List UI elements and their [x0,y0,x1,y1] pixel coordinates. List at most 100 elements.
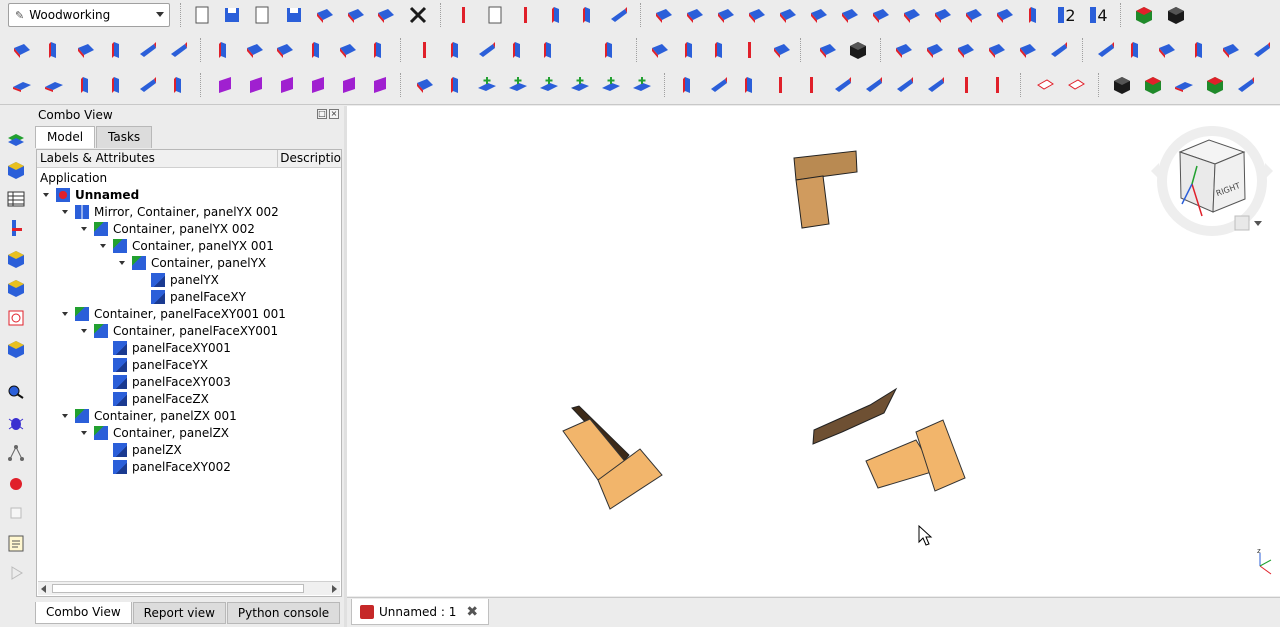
tb3-purple-button-7[interactable] [244,73,268,97]
tree-item[interactable]: Container, panelYX 002 [79,220,255,237]
tb1-vert-button-26[interactable] [1022,3,1046,27]
tb-label_2-button[interactable]: 2 [1055,3,1079,27]
expand-arrow-icon[interactable] [79,326,89,336]
tb1-doc-button-2[interactable] [250,3,274,27]
tb3-arrow-button-26[interactable] [862,73,886,97]
tb3-vert-button-22[interactable] [738,73,762,97]
tb3-purple-button-6[interactable] [213,73,237,97]
tb3-plus-button-16[interactable] [537,73,561,97]
tb2-panel-button-8[interactable] [273,38,297,62]
tb3-arrow-button-21[interactable] [707,73,731,97]
tree-item[interactable]: panelZX [98,441,182,458]
horizontal-scrollbar[interactable] [38,581,340,595]
tb3-redbar-button-23[interactable] [769,73,793,97]
tb2-vert-button-32[interactable] [1124,38,1148,62]
wood-part-right[interactable] [812,387,966,492]
tb1-panel-button-4[interactable] [313,3,337,27]
tb2-panel-button-0[interactable] [10,38,34,62]
tb3-flat-button-35[interactable] [1172,73,1196,97]
tb2-panel-button-35[interactable] [1219,38,1243,62]
tb3-purple-button-11[interactable] [368,73,392,97]
tb1-doc-button-9[interactable] [483,3,507,27]
tb3-flat-button-0[interactable] [10,73,34,97]
tb2-arrow-button-14[interactable] [475,38,499,62]
tree-item[interactable]: Container, panelFaceXY001 [79,322,278,339]
close-icon[interactable]: ✖ [466,604,478,620]
tb3-arrow-button-28[interactable] [924,73,948,97]
tb3-cube-button-33[interactable] [1110,73,1134,97]
tb1-panel-button-5[interactable] [344,3,368,27]
tb-label_4-button[interactable]: 4 [1087,3,1111,27]
tb2-arrow-button-5[interactable] [167,38,191,62]
tb3-plus-button-17[interactable] [568,73,592,97]
column-labels-attributes[interactable]: Labels & Attributes [37,150,279,167]
expand-arrow-icon[interactable] [60,309,70,319]
tb3-purple-button-9[interactable] [306,73,330,97]
expand-arrow-icon[interactable] [41,190,51,200]
tb3-vert-button-20[interactable] [676,73,700,97]
left-tool-box-button[interactable] [4,247,28,271]
tb2-vert-button-9[interactable] [305,38,329,62]
expand-arrow-icon[interactable] [98,241,108,251]
tb2-arrow-button-36[interactable] [1250,38,1274,62]
left-tool-notepad-button[interactable] [4,531,28,555]
tb2-vert-button-6[interactable] [212,38,236,62]
float-panel-button[interactable]: □ [317,109,327,119]
tb3-vert-button-2[interactable] [74,73,98,97]
tb1-panel-button-21[interactable] [869,3,893,27]
left-tool-panel-button[interactable] [4,158,28,182]
left-tool-chair-button[interactable] [4,216,28,240]
tree-item[interactable]: Container, panelYX 001 [98,237,274,254]
tb2-vert-button-13[interactable] [444,38,468,62]
left-tool-layers-button[interactable] [4,128,28,152]
tb2-vert-button-3[interactable] [105,38,129,62]
expand-arrow-icon[interactable] [79,428,89,438]
tb2-vert-button-19[interactable] [678,38,702,62]
tb1-cube-button-28[interactable] [1164,3,1188,27]
tb2-panel-button-18[interactable] [648,38,672,62]
tab-python-console[interactable]: Python console [226,602,341,624]
tree-item[interactable]: panelFaceXY003 [98,373,231,390]
tab-model[interactable]: Model [35,126,96,148]
tb3-plus-button-14[interactable] [475,73,499,97]
tb1-arrow-button-13[interactable] [607,3,631,27]
tb3-plus-button-15[interactable] [506,73,530,97]
expand-arrow-icon[interactable] [79,224,89,234]
tb2-arrow-button-31[interactable] [1094,38,1118,62]
tb2-vert-button-17[interactable] [598,38,622,62]
tb3-vert-button-5[interactable] [167,73,191,97]
tb2-cube-button-24[interactable] [846,38,870,62]
tb2-vert-button-11[interactable] [367,38,391,62]
tb3-plus-button-19[interactable] [630,73,654,97]
document-tab-unnamed[interactable]: Unnamed : 1 ✖ [351,599,490,625]
tab-tasks[interactable]: Tasks [96,126,153,148]
tree-item[interactable]: Mirror, Container, panelYX 002 [60,203,279,220]
tb2-panel-button-27[interactable] [954,38,978,62]
tb3-plus-button-18[interactable] [599,73,623,97]
tb1-panel-button-20[interactable] [838,3,862,27]
tb3-greencube-button-36[interactable] [1203,73,1227,97]
tb1-panel-button-17[interactable] [745,3,769,27]
tb1-redbar-button-10[interactable] [514,3,538,27]
tb2-panel-button-33[interactable] [1155,38,1179,62]
tb2-panel-button-2[interactable] [74,38,98,62]
tb3-arrow-button-4[interactable] [136,73,160,97]
tb1-save-button-1[interactable] [220,3,244,27]
left-tool-graph-button[interactable] [4,441,28,465]
workbench-selector[interactable]: ✎ Woodworking [8,3,170,27]
tb1-panel-button-16[interactable] [714,3,738,27]
model-tree[interactable]: Labels & Attributes Descriptio Applicati… [36,149,342,597]
navigation-cube[interactable]: RIGHT [1151,126,1273,236]
tb1-panel-button-23[interactable] [931,3,955,27]
tb2-vert-button-1[interactable] [42,38,66,62]
tb2-vert-button-16[interactable] [537,38,561,62]
tb2-panel-button-10[interactable] [336,38,360,62]
scroll-thumb[interactable] [52,584,304,593]
tb3-arrow-button-37[interactable] [1234,73,1258,97]
expand-arrow-icon[interactable] [60,207,70,217]
left-tool-play-button[interactable] [4,561,28,585]
tb2-redbar-button-21[interactable] [738,38,762,62]
tb2-panel-button-22[interactable] [770,38,794,62]
tb1-panel-button-24[interactable] [962,3,986,27]
tb3-greencube-button-34[interactable] [1141,73,1165,97]
